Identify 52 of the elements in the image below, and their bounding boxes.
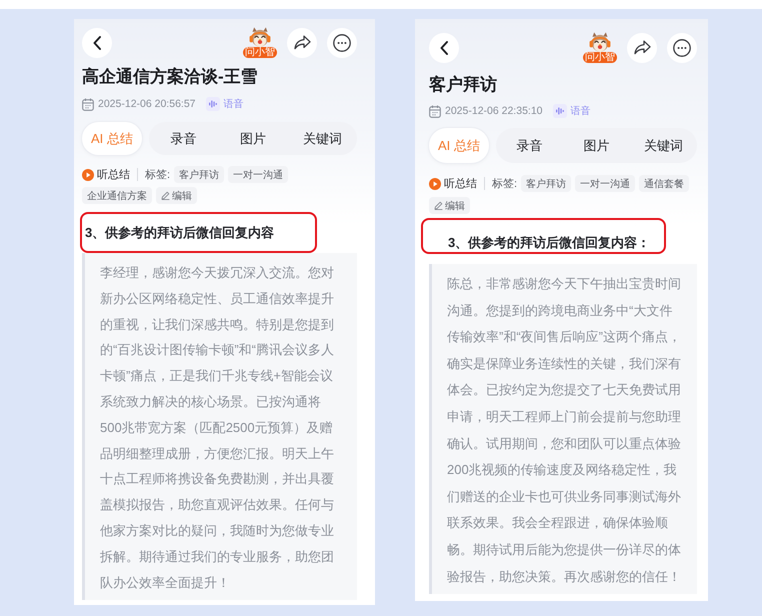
play-icon xyxy=(429,178,441,190)
play-icon xyxy=(82,168,94,180)
edit-button[interactable]: 编辑 xyxy=(156,187,197,204)
more-button[interactable] xyxy=(327,28,357,58)
tab[interactable]: 图片 xyxy=(218,122,288,155)
reply-text: 李经理，感谢您今天拨冗深入交流。您对新办公区网络稳定性、员工通信效率提升的重视，让我们深感共鸣。特别是您提到的“百兆设计图传输卡顿”和“腾讯会议多人卡顿”痛点，正是我们千兆专线+智能会议系统致力解决的核心场景。已按沟通将500兆带宽方案（匹配2500元预算）及赠品明细整理成册，方便您汇报。明天上午十点工程师将携设备免费勘测，并出具覆盖模拟报告，助您直观评估效果。任何与他家方案对比的疑问，我随时为您做专业拆解。期待通过我们的专业服务，助您团队办公效率全面提升！ xyxy=(100,264,334,592)
source-label: 语音 xyxy=(570,104,590,118)
date-time-text: 2025-12-06 20:56:57 xyxy=(98,98,196,110)
section-heading: 3、供参考的拜访后微信回复内容 xyxy=(85,224,274,242)
chevron-left-icon xyxy=(92,34,102,50)
tab[interactable]: 图片 xyxy=(562,128,630,163)
share-arrow-icon xyxy=(294,35,310,50)
source-label: 语音 xyxy=(224,98,244,111)
calendar-icon xyxy=(82,98,94,110)
back-button[interactable] xyxy=(82,28,112,58)
waveform-icon xyxy=(552,104,566,118)
tab[interactable]: 关键词 xyxy=(288,122,357,155)
tag: 通信套餐 xyxy=(639,175,690,192)
tag: 一对一沟通 xyxy=(575,175,636,192)
listen-summary-button[interactable]: 听总结 xyxy=(82,166,130,183)
pencil-icon xyxy=(434,201,443,210)
tag: 一对一沟通 xyxy=(228,166,288,183)
tag: 客户拜访 xyxy=(521,175,572,192)
pencil-icon xyxy=(161,191,170,200)
share-button[interactable] xyxy=(627,32,657,62)
reply-text: 陈总，非常感谢您今天下午抽出宝贵时间沟通。您提到的跨境电商业务中“大文件传输效率”和“夜间售后响应”这两个痛点，确实是保障业务连续性的关键，我们深有体会。已按约定为您提交了七天免费试用申请，明天工程师上门前会提前与您助理确认。试用期间，您和团队可以重点体验200兆视频的传输速度及网络稳定性，我们赠送的企业卡也可供业务同事测试海外联系效果。我会全程跟进，确保体验顺畅。期待试用后能为您提供一份详尽的体验报告，助您决策。再次感谢您的信任！ xyxy=(447,275,681,586)
tab[interactable]: 关键词 xyxy=(630,128,697,163)
back-button[interactable] xyxy=(429,32,459,62)
owl-mascot-icon[interactable] xyxy=(588,32,612,52)
mascot-badge: 问小智 xyxy=(583,52,617,63)
waveform-icon xyxy=(206,97,220,111)
ellipsis-circle-icon xyxy=(673,38,691,56)
chevron-left-icon xyxy=(438,40,450,56)
listen-summary-button[interactable]: 听总结 xyxy=(429,175,477,192)
date-time-text: 2025-12-06 22:35:10 xyxy=(445,105,542,117)
share-arrow-icon xyxy=(634,40,650,55)
share-button[interactable] xyxy=(287,28,317,58)
owl-mascot-icon[interactable] xyxy=(248,27,272,47)
ellipsis-circle-icon xyxy=(333,34,351,52)
tags-label: 标签: xyxy=(492,177,518,191)
tag: 客户拜访 xyxy=(174,166,224,183)
tag: 企业通信方案 xyxy=(82,187,152,204)
page-title: 客户拜访 xyxy=(429,74,498,96)
page-title: 高企通信方案洽谈-王雪 xyxy=(82,66,259,88)
tab[interactable]: 录音 xyxy=(148,122,218,155)
section-heading: 3、供参考的拜访后微信回复内容： xyxy=(448,234,650,252)
calendar-icon xyxy=(429,104,441,118)
mascot-badge: 问小智 xyxy=(243,47,277,58)
edit-button[interactable]: 编辑 xyxy=(429,197,470,214)
more-button[interactable] xyxy=(667,32,697,62)
tab[interactable]: 录音 xyxy=(496,128,563,163)
tags-label: 标签: xyxy=(145,168,170,182)
